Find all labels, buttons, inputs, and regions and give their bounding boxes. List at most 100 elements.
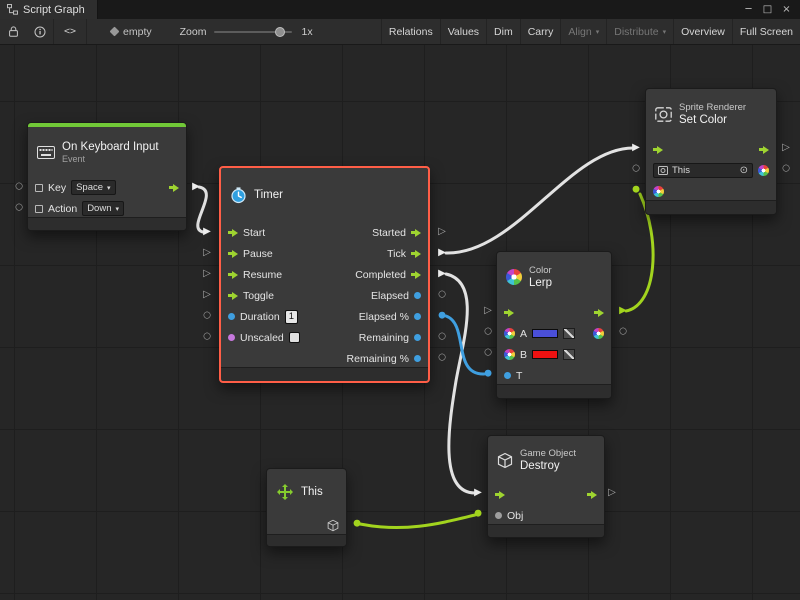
relations-button[interactable]: Relations: [381, 19, 440, 44]
port-setcolor-color[interactable]: ●: [632, 186, 640, 195]
port-timer-elapsed-pct[interactable]: ●: [438, 312, 446, 321]
port-timer-completed[interactable]: ▶: [438, 269, 446, 279]
duration-field[interactable]: 1: [285, 310, 298, 324]
port-keyboard-flow-out[interactable]: ▶: [192, 182, 200, 192]
lerp-row-b[interactable]: B: [497, 344, 611, 365]
node-on-keyboard-input[interactable]: On Keyboard Input Event Key Space▾ Actio…: [27, 122, 187, 231]
port-setcolor-target[interactable]: ○: [632, 165, 640, 174]
wire-timer-tick-to-setcolor[interactable]: [446, 148, 633, 253]
zoom-value: 1x: [301, 26, 312, 38]
port-destroy-flow-out[interactable]: ▷: [608, 488, 616, 498]
port-timer-tick[interactable]: ▶: [438, 248, 446, 258]
flow-out-icon: [411, 271, 421, 279]
port-lerp-a[interactable]: ○: [484, 328, 492, 337]
enum-type-icon: [35, 205, 43, 213]
node-timer[interactable]: Timer Start Started Pause Tick Resume: [219, 166, 430, 383]
port-lerp-result[interactable]: ○: [619, 328, 627, 337]
action-port-row[interactable]: Action Down▾: [28, 198, 186, 219]
gameobject-cube-icon: [497, 452, 513, 469]
timer-row-toggle-elapsed[interactable]: Toggle Elapsed: [221, 285, 428, 306]
node-title: Sprite Renderer: [679, 102, 746, 113]
port-timer-start[interactable]: ▶: [203, 227, 211, 237]
port-lerp-t[interactable]: ●: [484, 370, 492, 379]
timer-row-remainingpct[interactable]: Remaining %: [221, 348, 428, 369]
port-timer-elapsed[interactable]: ○: [438, 291, 446, 300]
port-keyboard-action[interactable]: ○: [15, 204, 23, 213]
graph-canvas[interactable]: On Keyboard Input Event Key Space▾ Actio…: [0, 45, 800, 600]
lerp-row-a[interactable]: A: [497, 323, 611, 344]
port-setcolor-result[interactable]: ○: [782, 165, 790, 174]
destroy-obj-row[interactable]: Obj: [488, 505, 604, 526]
port-setcolor-flow-in[interactable]: ▶: [632, 143, 640, 153]
destroy-flow-row[interactable]: [488, 484, 604, 505]
wire-timer-completed-to-destroy[interactable]: [446, 274, 475, 493]
fullscreen-button[interactable]: Full Screen: [732, 19, 800, 44]
key-dropdown[interactable]: Space▾: [71, 180, 115, 195]
node-header: Sprite Renderer Set Color: [646, 89, 776, 139]
flow-out-icon: [169, 184, 179, 192]
lerp-flow-row[interactable]: [497, 302, 611, 323]
setcolor-color-row[interactable]: [646, 181, 776, 202]
port-timer-duration[interactable]: ○: [203, 312, 211, 321]
timer-row-unscaled-remaining[interactable]: Unscaled Remaining: [221, 327, 428, 348]
target-field[interactable]: This ⊙: [653, 163, 753, 178]
port-keyboard-key[interactable]: ○: [15, 183, 23, 192]
align-label: Align: [568, 26, 591, 38]
port-timer-unscaled[interactable]: ○: [203, 333, 211, 342]
unscaled-checkbox[interactable]: [289, 332, 300, 343]
port-timer-toggle[interactable]: ▷: [203, 290, 211, 300]
this-output-row[interactable]: [267, 515, 346, 536]
lock-icon[interactable]: [0, 19, 27, 44]
info-icon[interactable]: [27, 19, 53, 44]
distribute-button[interactable]: Distribute▾: [606, 19, 673, 44]
port-setcolor-flow-out[interactable]: ▷: [782, 143, 790, 153]
node-this[interactable]: This: [266, 468, 347, 547]
timer-row-resume-completed[interactable]: Resume Completed: [221, 264, 428, 285]
timer-row-pause-tick[interactable]: Pause Tick: [221, 243, 428, 264]
port-lerp-flow-out[interactable]: ▶: [619, 306, 627, 316]
close-button[interactable]: ×: [777, 0, 796, 19]
flow-in-icon: [228, 250, 238, 258]
minimize-button[interactable]: ─: [739, 0, 758, 19]
overview-button[interactable]: Overview: [673, 19, 732, 44]
color-b-swatch[interactable]: [532, 350, 558, 359]
eyedropper-icon[interactable]: [563, 328, 575, 339]
color-port-icon: [504, 328, 515, 339]
color-a-swatch[interactable]: [532, 329, 558, 338]
port-lerp-b[interactable]: ○: [484, 349, 492, 358]
tab-script-graph[interactable]: Script Graph: [0, 0, 98, 19]
flow-in-icon: [495, 491, 505, 499]
timer-row-start-started[interactable]: Start Started: [221, 222, 428, 243]
dim-button[interactable]: Dim: [486, 19, 520, 44]
node-color-lerp[interactable]: Color Lerp A B: [496, 251, 612, 399]
port-this-out[interactable]: ●: [353, 520, 361, 529]
node-set-color[interactable]: Sprite Renderer Set Color This ⊙: [645, 88, 777, 215]
key-port-row[interactable]: Key Space▾: [28, 177, 186, 198]
setcolor-target-row[interactable]: This ⊙: [646, 160, 776, 181]
align-button[interactable]: Align▾: [560, 19, 606, 44]
lerp-row-t[interactable]: T: [497, 365, 611, 386]
zoom-slider-knob[interactable]: [275, 27, 285, 37]
carry-button[interactable]: Carry: [520, 19, 561, 44]
port-destroy-flow-in[interactable]: ▶: [474, 488, 482, 498]
port-lerp-flow-in[interactable]: ▷: [484, 306, 492, 316]
zoom-slider[interactable]: [214, 31, 292, 33]
setcolor-flow-row[interactable]: [646, 139, 776, 160]
port-timer-started[interactable]: ▷: [438, 227, 446, 237]
eyedropper-icon[interactable]: [563, 349, 575, 360]
target-picker-icon[interactable]: ⊙: [740, 165, 748, 176]
action-dropdown[interactable]: Down▾: [82, 201, 124, 216]
timer-row-duration-elapsedpct[interactable]: Duration 1 Elapsed %: [221, 306, 428, 327]
maximize-button[interactable]: □: [758, 0, 777, 19]
port-timer-remaining[interactable]: ○: [438, 333, 446, 342]
port-timer-pause[interactable]: ▷: [203, 248, 211, 258]
wire-this-to-destroy-obj[interactable]: [360, 515, 475, 528]
toolbar-separator: [86, 19, 87, 44]
node-subtitle: Destroy: [520, 460, 576, 472]
code-icon[interactable]: <>: [54, 26, 86, 37]
port-destroy-obj[interactable]: ●: [474, 510, 482, 519]
values-button[interactable]: Values: [440, 19, 486, 44]
node-destroy[interactable]: Game Object Destroy Obj: [487, 435, 605, 538]
port-timer-resume[interactable]: ▷: [203, 269, 211, 279]
port-timer-remaining-pct[interactable]: ○: [438, 354, 446, 363]
